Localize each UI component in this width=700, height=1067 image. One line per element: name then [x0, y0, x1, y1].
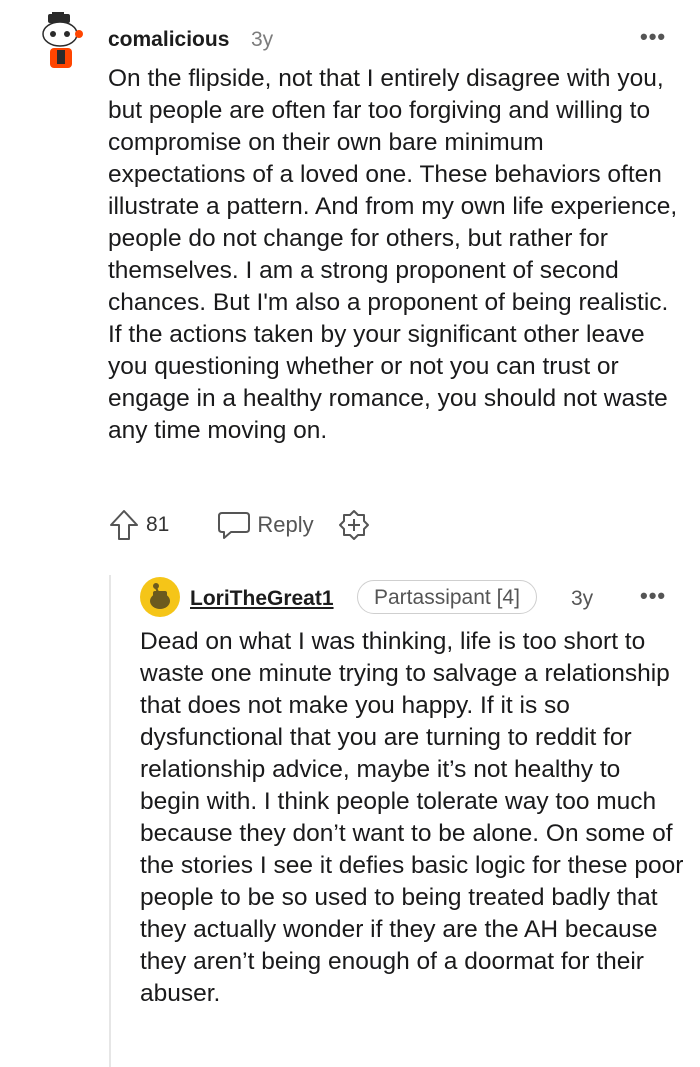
comment-body: On the flipside, not that I entirely dis… — [108, 65, 678, 444]
vote-score: 81 — [146, 513, 170, 536]
speech-bubble-icon — [218, 512, 251, 539]
reply-body: Dead on what I was thinking, life is too… — [140, 628, 684, 1007]
award-plus-icon[interactable] — [338, 509, 370, 541]
reply-username[interactable]: LoriTheGreat1 — [190, 587, 334, 611]
thread-line[interactable] — [109, 575, 111, 1067]
reply-button[interactable]: Reply — [217, 510, 314, 540]
more-options-icon[interactable]: ••• — [640, 24, 666, 50]
more-options-icon[interactable]: ••• — [640, 583, 666, 609]
comment-actions: 81 Reply — [108, 505, 370, 545]
comment-username[interactable]: comalicious — [108, 28, 229, 52]
reply-age: 3y — [571, 587, 594, 610]
user-avatar[interactable] — [140, 577, 180, 617]
reply-label: Reply — [257, 512, 314, 537]
upvote-arrow-icon[interactable] — [108, 508, 140, 542]
user-avatar[interactable] — [38, 12, 88, 72]
user-flair: Partassipant [4] — [357, 580, 537, 614]
comment-age: 3y — [251, 28, 274, 51]
